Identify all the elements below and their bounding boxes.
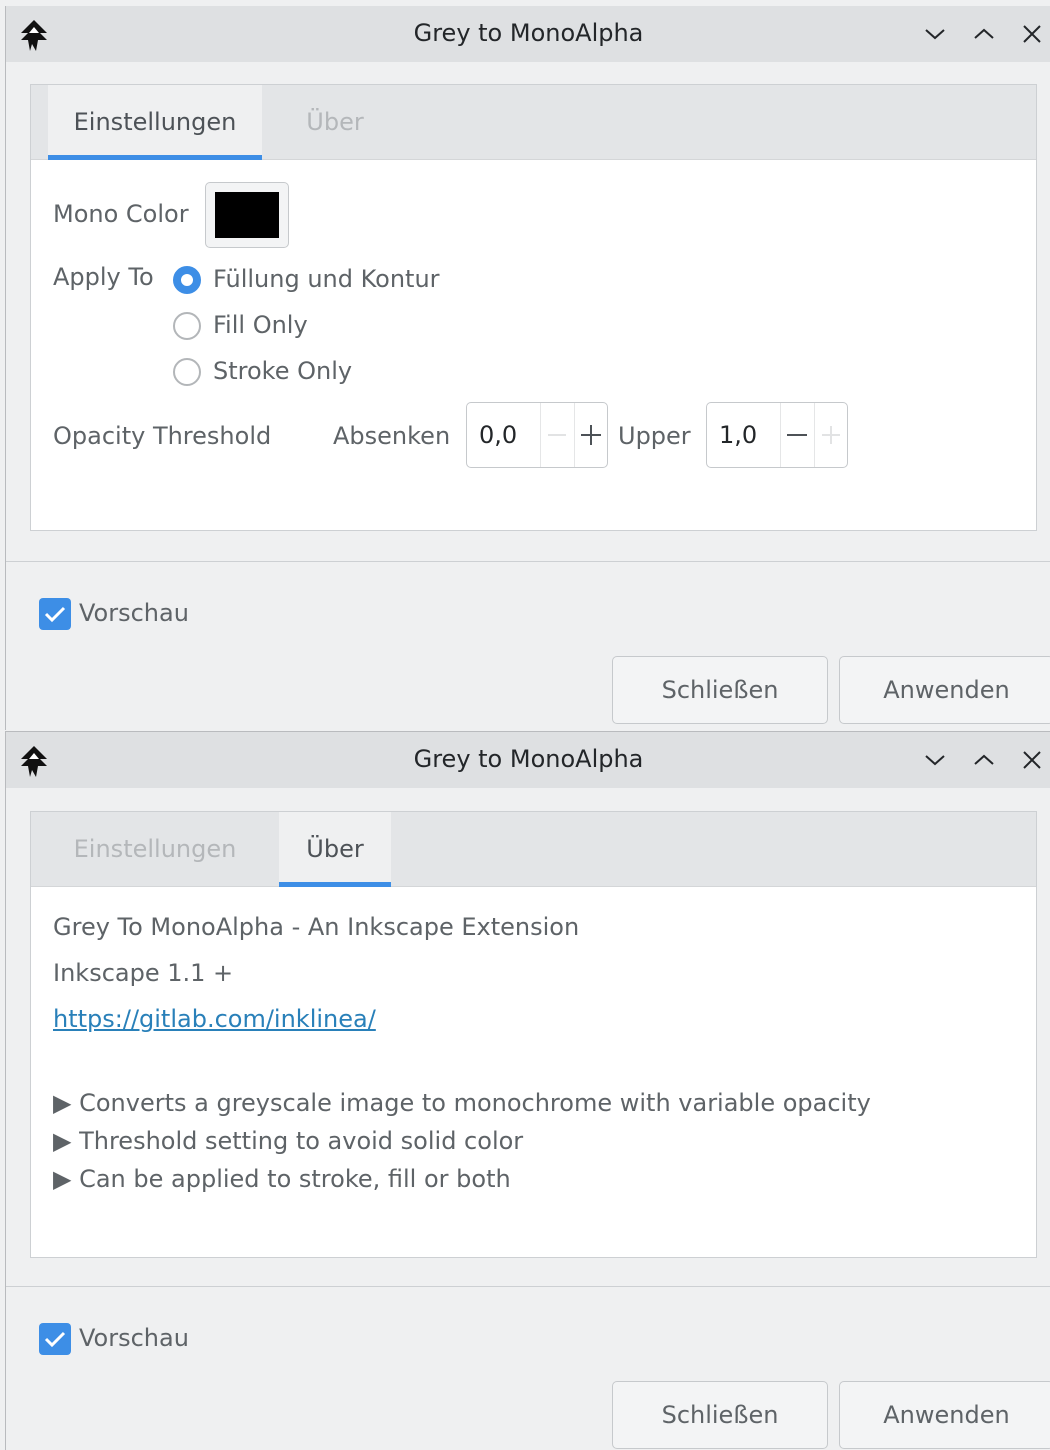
preview-label[interactable]: Vorschau	[79, 599, 189, 627]
tab-about[interactable]: Über	[279, 85, 391, 159]
lower-decrement-button[interactable]	[540, 403, 574, 467]
active-tab-indicator	[48, 155, 262, 160]
opacity-threshold-label: Opacity Threshold	[53, 422, 272, 450]
dialog-window-about: Grey to MonoAlpha Einstellungen Über Gre…	[5, 731, 1050, 1450]
tab-settings[interactable]: Einstellungen	[48, 85, 262, 160]
about-link[interactable]: https://gitlab.com/inklinea/	[53, 1005, 376, 1033]
apply-button[interactable]: Anwenden	[839, 656, 1050, 724]
tab-about[interactable]: Über	[279, 812, 391, 887]
title-bar[interactable]: Grey to MonoAlpha	[6, 732, 1050, 788]
upper-threshold-spinbox[interactable]: 1,0	[706, 402, 848, 468]
tab-settings-label: Einstellungen	[73, 108, 237, 136]
radio-fill-and-stroke[interactable]	[173, 266, 201, 294]
checkmark-icon	[44, 1331, 66, 1348]
tab-bar: Einstellungen Über	[31, 85, 1036, 160]
upper-increment-button[interactable]	[814, 403, 848, 467]
close-icon	[1023, 25, 1041, 43]
about-version: Inkscape 1.1 +	[53, 959, 234, 987]
lower-threshold-spinbox[interactable]: 0,0	[466, 402, 608, 468]
radio-stroke-only-label[interactable]: Stroke Only	[213, 357, 352, 385]
about-bullet: ▶ Can be applied to stroke, fill or both	[53, 1165, 511, 1193]
tab-bar: Einstellungen Über	[31, 812, 1036, 887]
upper-threshold-value[interactable]: 1,0	[719, 403, 757, 467]
chevron-up-icon	[974, 28, 994, 39]
tab-panel: Einstellungen Über Mono Color Apply To F…	[30, 84, 1037, 531]
about-bullet: ▶ Threshold setting to avoid solid color	[53, 1127, 524, 1155]
about-heading: Grey To MonoAlpha - An Inkscape Extensio…	[53, 913, 580, 941]
active-tab-indicator	[279, 882, 391, 887]
close-button[interactable]: Schließen	[612, 656, 828, 724]
radio-fill-only[interactable]	[173, 312, 201, 340]
mono-color-swatch	[215, 192, 279, 238]
title-bar[interactable]: Grey to MonoAlpha	[6, 6, 1050, 62]
chevron-up-icon	[974, 754, 994, 765]
apply-to-label: Apply To	[53, 263, 154, 291]
about-bullet: ▶ Converts a greyscale image to monochro…	[53, 1089, 871, 1117]
close-icon	[1023, 751, 1041, 769]
chevron-down-icon	[925, 29, 945, 40]
maximize-button[interactable]	[968, 18, 1000, 50]
footer-divider	[6, 561, 1050, 562]
radio-stroke-only[interactable]	[173, 358, 201, 386]
radio-fill-only-label[interactable]: Fill Only	[213, 311, 308, 339]
upper-decrement-button[interactable]	[780, 403, 814, 467]
preview-checkbox[interactable]	[39, 598, 71, 630]
radio-fill-and-stroke-label[interactable]: Füllung und Kontur	[213, 265, 440, 293]
dialog-window-settings: Grey to MonoAlpha Einstellungen Über Mon…	[5, 6, 1050, 730]
close-window-button[interactable]	[1016, 18, 1048, 50]
window-title: Grey to MonoAlpha	[413, 745, 644, 773]
preview-label[interactable]: Vorschau	[79, 1324, 189, 1352]
plus-icon	[822, 426, 840, 444]
close-window-button[interactable]	[1016, 744, 1048, 776]
footer-divider	[6, 1286, 1050, 1287]
preview-checkbox[interactable]	[39, 1323, 71, 1355]
mono-color-button[interactable]	[205, 182, 289, 248]
minus-icon	[787, 434, 807, 436]
window-title: Grey to MonoAlpha	[413, 19, 644, 47]
lower-threshold-value[interactable]: 0,0	[479, 403, 517, 467]
minus-icon	[548, 434, 566, 436]
tab-settings-label: Einstellungen	[73, 835, 237, 863]
lower-increment-button[interactable]	[574, 403, 608, 467]
maximize-button[interactable]	[968, 744, 1000, 776]
close-button[interactable]: Schließen	[612, 1381, 828, 1449]
upper-threshold-label: Upper	[618, 422, 691, 450]
minimize-button[interactable]	[919, 18, 951, 50]
checkmark-icon	[44, 606, 66, 623]
chevron-down-icon	[925, 755, 945, 766]
lower-threshold-label: Absenken	[333, 422, 451, 450]
tab-about-label: Über	[306, 835, 364, 863]
plus-icon	[581, 425, 601, 445]
apply-button[interactable]: Anwenden	[839, 1381, 1050, 1449]
tab-panel: Einstellungen Über Grey To MonoAlpha - A…	[30, 811, 1037, 1258]
mono-color-label: Mono Color	[53, 200, 189, 228]
tab-settings[interactable]: Einstellungen	[48, 812, 262, 886]
tab-about-label: Über	[306, 108, 364, 136]
minimize-button[interactable]	[919, 744, 951, 776]
